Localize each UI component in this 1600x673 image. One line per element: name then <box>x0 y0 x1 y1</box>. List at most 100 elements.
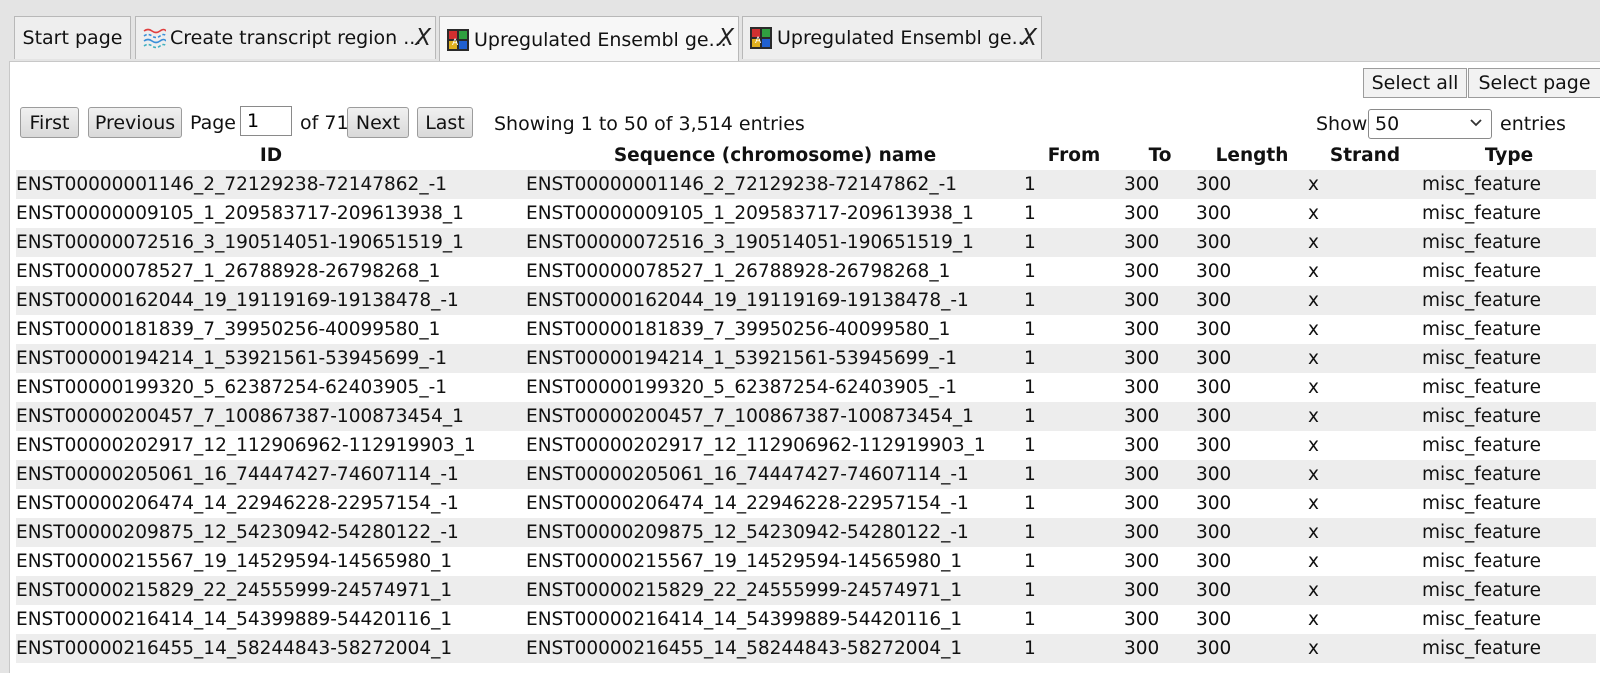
column-header-from[interactable]: From <box>1024 140 1124 170</box>
tab-create-transcript-region[interactable]: Create transcript region ... X <box>135 16 436 59</box>
table-row[interactable]: ENST00000206474_14_22946228-22957154_-1 E… <box>16 489 1596 518</box>
table-row[interactable]: ENST00000001146_2_72129238-72147862_-1 EN… <box>16 170 1596 199</box>
page-number-input[interactable] <box>240 106 292 136</box>
cell-to: 300 <box>1124 170 1196 199</box>
select-value: 50 <box>1375 113 1400 135</box>
table-row[interactable]: ENST00000072516_3_190514051-190651519_1 E… <box>16 228 1596 257</box>
cell-seq: ENST00000216414_14_54399889-54420116_1 <box>526 605 1024 634</box>
chevron-down-icon <box>1470 119 1482 127</box>
cell-type: misc_feature <box>1422 431 1596 460</box>
cell-to: 300 <box>1124 286 1196 315</box>
next-page-button[interactable]: Next <box>347 107 409 138</box>
tab-bar: Start page Create transcript region ... … <box>0 0 1600 62</box>
cell-type: misc_feature <box>1422 257 1596 286</box>
cell-from: 1 <box>1024 605 1124 634</box>
close-icon[interactable]: X <box>415 25 431 51</box>
svg-text:A: A <box>755 36 762 46</box>
table-row[interactable]: ENST00000216455_14_58244843-58272004_1 EN… <box>16 634 1596 663</box>
cell-strand: x <box>1308 199 1422 228</box>
cell-to: 300 <box>1124 402 1196 431</box>
cell-type: misc_feature <box>1422 576 1596 605</box>
table-row[interactable]: ENST00000205061_16_74447427-74607114_-1 E… <box>16 460 1596 489</box>
column-header-sequence-name[interactable]: Sequence (chromosome) name <box>526 140 1024 170</box>
cell-from: 1 <box>1024 547 1124 576</box>
cell-seq: ENST00000001146_2_72129238-72147862_-1 <box>526 170 1024 199</box>
cell-seq: ENST00000072516_3_190514051-190651519_1 <box>526 228 1024 257</box>
tab-start-page[interactable]: Start page <box>14 16 131 59</box>
table-row[interactable]: ENST00000162044_19_19119169-19138478_-1 E… <box>16 286 1596 315</box>
cell-seq: ENST00000205061_16_74447427-74607114_-1 <box>526 460 1024 489</box>
cell-type: misc_feature <box>1422 170 1596 199</box>
select-page-button[interactable]: Select page <box>1468 68 1600 98</box>
table-view-panel: Select all Select page First Previous Pa… <box>9 61 1600 673</box>
cell-length: 300 <box>1196 315 1308 344</box>
column-header-to[interactable]: To <box>1124 140 1196 170</box>
cell-id: ENST00000078527_1_26788928-26798268_1 <box>16 257 526 286</box>
column-header-strand[interactable]: Strand <box>1308 140 1422 170</box>
tab-upregulated-ensembl-2[interactable]: A Upregulated Ensembl ge... X <box>742 16 1042 59</box>
close-icon[interactable]: X <box>1021 25 1037 51</box>
page-count-label: of 71 <box>300 112 349 134</box>
page-label: Page <box>190 112 236 134</box>
cell-type: misc_feature <box>1422 315 1596 344</box>
cell-id: ENST00000181839_7_39950256-40099580_1 <box>16 315 526 344</box>
table-row[interactable]: ENST00000009105_1_209583717-209613938_1 E… <box>16 199 1596 228</box>
table-row[interactable]: ENST00000215829_22_24555999-24574971_1 EN… <box>16 576 1596 605</box>
column-header-id[interactable]: ID <box>16 140 526 170</box>
cell-strand: x <box>1308 373 1422 402</box>
cell-strand: x <box>1308 605 1422 634</box>
transcript-region-icon <box>143 28 166 49</box>
cell-length: 300 <box>1196 576 1308 605</box>
cell-length: 300 <box>1196 402 1308 431</box>
cell-seq: ENST00000209875_12_54230942-54280122_-1 <box>526 518 1024 547</box>
cell-type: misc_feature <box>1422 634 1596 663</box>
cell-strand: x <box>1308 286 1422 315</box>
table-row[interactable]: ENST00000202917_12_112906962-112919903_1… <box>16 431 1596 460</box>
cell-id: ENST00000200457_7_100867387-100873454_1 <box>16 402 526 431</box>
cell-seq: ENST00000162044_19_19119169-19138478_-1 <box>526 286 1024 315</box>
cell-length: 300 <box>1196 170 1308 199</box>
cell-strand: x <box>1308 170 1422 199</box>
cell-id: ENST00000194214_1_53921561-53945699_-1 <box>16 344 526 373</box>
table-row[interactable]: ENST00000215567_19_14529594-14565980_1 EN… <box>16 547 1596 576</box>
last-page-button[interactable]: Last <box>417 107 473 138</box>
cell-type: misc_feature <box>1422 373 1596 402</box>
tab-upregulated-ensembl-1[interactable]: A Upregulated Ensembl ge... X <box>439 16 739 62</box>
previous-page-button[interactable]: Previous <box>88 107 182 138</box>
table-row[interactable]: ENST00000194214_1_53921561-53945699_-1 EN… <box>16 344 1596 373</box>
cell-strand: x <box>1308 460 1422 489</box>
select-all-button[interactable]: Select all <box>1363 68 1467 98</box>
table-icon: A <box>447 28 469 51</box>
cell-seq: ENST00000215567_19_14529594-14565980_1 <box>526 547 1024 576</box>
column-header-type[interactable]: Type <box>1422 140 1596 170</box>
cell-length: 300 <box>1196 547 1308 576</box>
cell-seq: ENST00000200457_7_100867387-100873454_1 <box>526 402 1024 431</box>
cell-to: 300 <box>1124 518 1196 547</box>
table-row[interactable]: ENST00000181839_7_39950256-40099580_1 ENS… <box>16 315 1596 344</box>
cell-length: 300 <box>1196 518 1308 547</box>
cell-id: ENST00000202917_12_112906962-112919903_1 <box>16 431 526 460</box>
first-page-button[interactable]: First <box>20 107 79 138</box>
cell-to: 300 <box>1124 547 1196 576</box>
cell-id: ENST00000216455_14_58244843-58272004_1 <box>16 634 526 663</box>
cell-seq: ENST00000206474_14_22946228-22957154_-1 <box>526 489 1024 518</box>
results-table: ID Sequence (chromosome) name From To Le… <box>16 140 1596 663</box>
table-row[interactable]: ENST00000078527_1_26788928-26798268_1 ENS… <box>16 257 1596 286</box>
cell-length: 300 <box>1196 344 1308 373</box>
table-row[interactable]: ENST00000199320_5_62387254-62403905_-1 EN… <box>16 373 1596 402</box>
close-icon[interactable]: X <box>718 25 734 51</box>
cell-to: 300 <box>1124 576 1196 605</box>
cell-strand: x <box>1308 634 1422 663</box>
cell-from: 1 <box>1024 576 1124 605</box>
table-row[interactable]: ENST00000216414_14_54399889-54420116_1 EN… <box>16 605 1596 634</box>
cell-seq: ENST00000199320_5_62387254-62403905_-1 <box>526 373 1024 402</box>
table-row[interactable]: ENST00000200457_7_100867387-100873454_1 E… <box>16 402 1596 431</box>
column-header-length[interactable]: Length <box>1196 140 1308 170</box>
table-row[interactable]: ENST00000209875_12_54230942-54280122_-1 E… <box>16 518 1596 547</box>
cell-strand: x <box>1308 315 1422 344</box>
cell-from: 1 <box>1024 431 1124 460</box>
cell-to: 300 <box>1124 199 1196 228</box>
entries-per-page-select[interactable]: 50 <box>1368 109 1492 139</box>
table-icon: A <box>750 27 772 49</box>
cell-seq: ENST00000215829_22_24555999-24574971_1 <box>526 576 1024 605</box>
